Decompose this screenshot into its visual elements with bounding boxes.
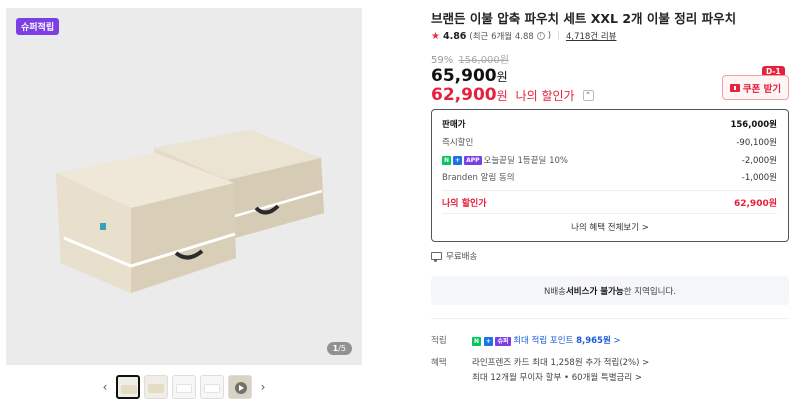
divider	[442, 213, 777, 214]
breakdown-my-value: 62,900원	[733, 199, 777, 209]
breakdown-label: 판매가	[442, 120, 466, 130]
rating-value: 4.86	[442, 30, 467, 42]
rating-row: ★ 4.86 (최근 6개월 4.88 i) | 4,718건 리뷰	[431, 30, 617, 43]
breakdown-label: Branden 알림 동의	[442, 173, 515, 183]
my-price-value: 62,900	[431, 85, 497, 105]
coupon-icon	[729, 83, 740, 92]
thumbnail-2[interactable]	[144, 375, 168, 399]
chevron-left-icon[interactable]: ‹	[98, 376, 112, 398]
breakdown-row-list-price: 판매가 156,000원	[442, 118, 777, 130]
product-main-image[interactable]: 슈퍼적립 1/5	[6, 8, 362, 365]
pouch-front	[56, 153, 236, 293]
plus-badge: +	[483, 337, 493, 346]
shipping-info: 무료배송	[431, 250, 477, 262]
plus-badge: +	[453, 155, 463, 165]
price-breakdown: 판매가 156,000원 즉시할인 -90,100원 N + APP 오늘끝딜 …	[431, 109, 789, 242]
n-delivery-strong: 서비스가 불가능	[565, 286, 624, 297]
chevron-right-icon[interactable]: ›	[256, 376, 270, 398]
rating-detail-close: )	[547, 31, 552, 41]
breakdown-label: 즉시할인	[442, 138, 474, 148]
n-delivery-notice: N배송 서비스가 불가능 한 지역입니다.	[431, 276, 789, 305]
product-photo	[56, 130, 324, 293]
rating-detail: (최근 6개월 4.88	[469, 32, 534, 42]
original-price: 156,000원	[458, 55, 509, 66]
thumbnail-5-video[interactable]	[228, 375, 252, 399]
app-badge: APP	[464, 155, 482, 165]
card-benefit-link[interactable]: 라인프렌즈 카드 최대 1,258원 추가 적립(2%) >	[472, 356, 649, 368]
get-coupon-button[interactable]: 쿠폰 받기	[722, 75, 789, 100]
separator: |	[557, 31, 560, 41]
star-icon: ★	[431, 30, 440, 42]
coupon-button-label: 쿠폰 받기	[742, 83, 782, 95]
sale-price-value: 65,900	[431, 66, 497, 86]
breakdown-row-notification-discount: Branden 알림 동의 -1,000원	[442, 171, 777, 183]
sale-price-unit: 원	[496, 70, 508, 84]
breakdown-row-deal-discount: N + APP 오늘끝딜 1등끝딜 10% -2,000원	[442, 154, 777, 166]
breakdown-value: -1,000원	[741, 173, 777, 183]
view-all-benefits-link[interactable]: 나의 혜택 전체보기 >	[432, 221, 788, 233]
benefit-label: 혜택	[431, 358, 447, 368]
divider	[431, 318, 789, 319]
breakdown-label: 오늘끝딜 1등끝딜 10%	[483, 156, 568, 166]
thumbnail-4[interactable]	[200, 375, 224, 399]
truck-icon	[431, 252, 442, 262]
shipping-text: 무료배송	[446, 252, 478, 262]
my-price-unit: 원	[496, 89, 508, 103]
points-text: 최대 적립 포인트	[513, 336, 574, 346]
chevron-right-icon: >	[613, 336, 621, 346]
n-delivery-prefix: N배송	[543, 286, 566, 297]
n-delivery-suffix: 한 지역입니다.	[623, 286, 677, 297]
breakdown-my-label: 나의 할인가	[442, 199, 487, 209]
discount-rate: 59%	[431, 55, 454, 66]
naver-n-badge: N	[442, 155, 452, 165]
super-points-badge: 슈퍼적립	[16, 18, 60, 35]
info-icon[interactable]: i	[536, 32, 545, 40]
naver-n-badge: N	[472, 337, 482, 346]
discount-row: 59% 156,000원	[431, 51, 509, 66]
breakdown-value: 156,000원	[730, 120, 777, 130]
points-value: 8,965원	[576, 336, 611, 346]
super-badge: 슈퍼	[495, 337, 511, 346]
divider	[442, 190, 777, 191]
image-counter-total: /5	[338, 344, 346, 353]
breakdown-value: -2,000원	[741, 156, 777, 166]
breakdown-row-my-price: 나의 할인가 62,900원	[442, 196, 777, 209]
thumbnail-strip: ‹ ›	[98, 374, 270, 400]
sale-price: 65,900원	[431, 66, 508, 86]
review-count-link[interactable]: 4,718건 리뷰	[566, 30, 617, 42]
product-title: 브랜든 이불 압축 파우치 세트 XXL 2개 이불 정리 파우치	[431, 11, 737, 26]
my-price-label: 나의 할인가	[515, 89, 575, 103]
points-content[interactable]: N + 슈퍼 최대 적립 포인트 8,965원 >	[472, 334, 621, 346]
points-label: 적립	[431, 336, 447, 346]
breakdown-value: -90,100원	[736, 138, 777, 148]
image-counter: 1/5	[326, 342, 352, 355]
breakdown-label-with-badges: N + APP 오늘끝딜 1등끝딜 10%	[442, 154, 568, 166]
thumbnail-3[interactable]	[172, 375, 196, 399]
my-discount-price: 62,900원 나의 할인가 ⌃	[431, 85, 594, 105]
breakdown-row-instant-discount: 즉시할인 -90,100원	[442, 136, 777, 148]
chevron-up-icon[interactable]: ⌃	[582, 89, 594, 101]
play-icon	[235, 382, 247, 394]
installment-link[interactable]: 최대 12개월 무이자 할부 • 60개월 특별금리 >	[472, 371, 642, 383]
thumbnail-1[interactable]	[116, 375, 140, 399]
